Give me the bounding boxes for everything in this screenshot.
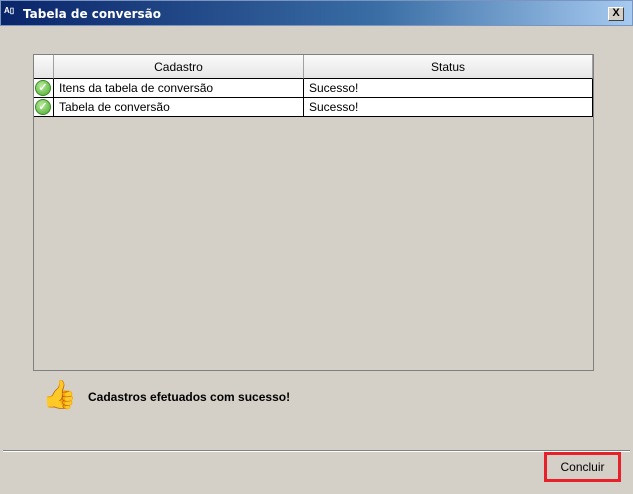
footer-separator	[3, 450, 630, 452]
thumbs-up-icon: 👍	[42, 379, 77, 410]
finish-button-highlight: Concluir	[544, 452, 621, 482]
success-check-icon: ✓	[35, 99, 51, 115]
cadastro-cell: Tabela de conversão	[54, 98, 304, 117]
column-header-status[interactable]: Status	[304, 55, 593, 79]
success-check-icon: ✓	[35, 80, 51, 96]
row-header: ✓	[34, 79, 54, 98]
row-header-corner	[34, 55, 54, 79]
status-cell: Sucesso!	[304, 98, 593, 117]
success-message: Cadastros efetuados com sucesso!	[88, 390, 291, 404]
column-header-cadastro[interactable]: Cadastro	[54, 55, 304, 79]
cadastro-cell: Itens da tabela de conversão	[54, 79, 304, 98]
results-grid: Cadastro Status ✓ Itens da tabela de con…	[33, 54, 594, 371]
close-button[interactable]: X	[608, 7, 624, 21]
app-icon: A▯	[4, 6, 15, 15]
table-row[interactable]: ✓ Itens da tabela de conversão Sucesso!	[34, 79, 593, 98]
window-title: Tabela de conversão	[23, 7, 162, 21]
row-header: ✓	[34, 98, 54, 117]
status-cell: Sucesso!	[304, 79, 593, 98]
table-row[interactable]: ✓ Tabela de conversão Sucesso!	[34, 98, 593, 117]
grid-header: Cadastro Status	[34, 55, 593, 79]
title-bar: A▯ Tabela de conversão X	[0, 0, 633, 26]
finish-button[interactable]: Concluir	[550, 458, 615, 476]
